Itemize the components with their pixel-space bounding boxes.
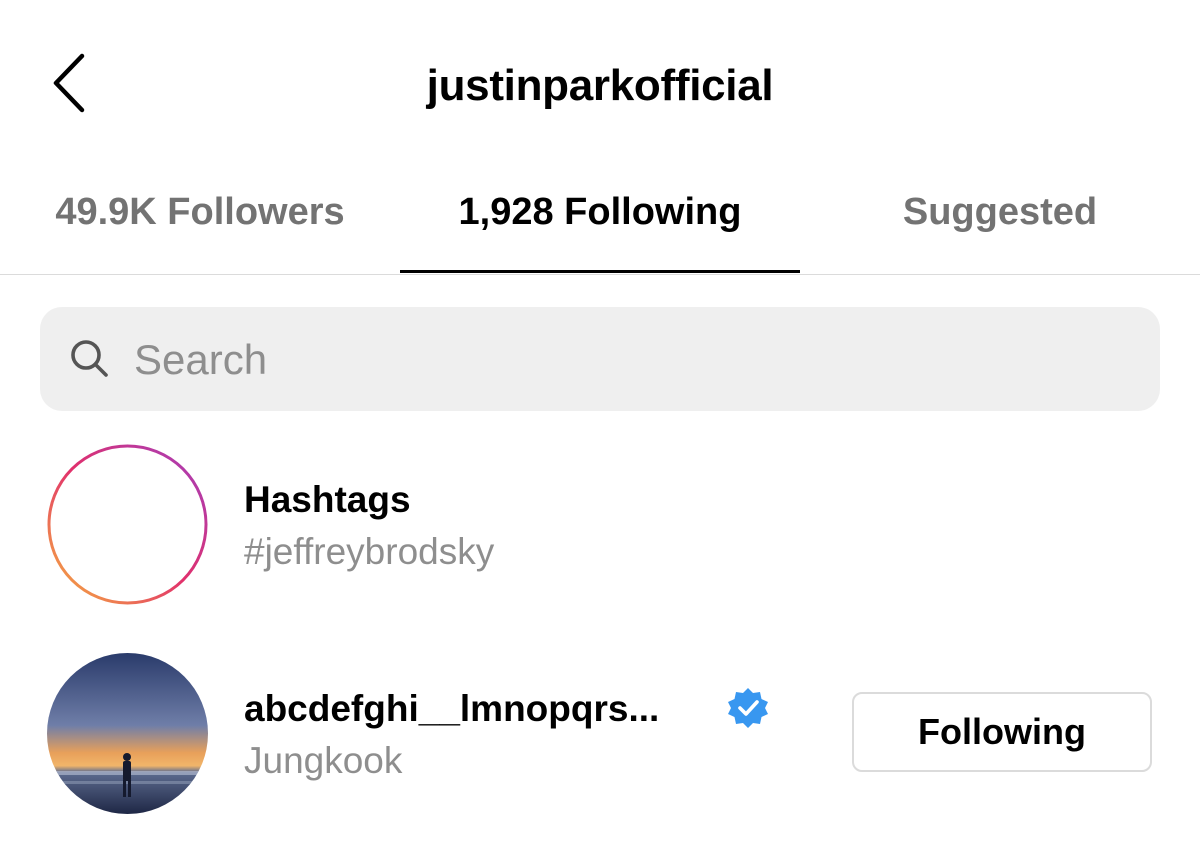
page-title: justinparkofficial	[426, 61, 774, 110]
username: abcdefghi__lmnopqrs...	[244, 688, 660, 729]
hashtag-avatar	[47, 444, 208, 605]
avatar[interactable]	[47, 653, 208, 814]
tab-bar: 49.9K Followers 1,928 Following Suggeste…	[0, 170, 1200, 275]
tab-followers[interactable]: 49.9K Followers	[0, 188, 400, 236]
active-tab-indicator	[400, 270, 800, 273]
search-input[interactable]	[132, 328, 1116, 392]
tab-following[interactable]: 1,928 Following	[400, 188, 800, 236]
profile-photo	[47, 653, 208, 814]
display-name: Jungkook	[244, 740, 403, 781]
following-button[interactable]: Following	[852, 692, 1152, 772]
search-icon	[71, 340, 108, 377]
tab-suggested[interactable]: Suggested	[800, 188, 1200, 236]
top-bar: justinparkofficial	[0, 0, 1200, 170]
hashtag-icon	[47, 444, 208, 605]
hashtags-subtitle: #jeffreybrodsky	[244, 531, 495, 572]
verified-badge-icon	[728, 688, 768, 728]
hashtags-title: Hashtags	[244, 479, 411, 520]
list-item-hashtags[interactable]: Hashtags #jeffreybrodsky	[0, 440, 1200, 610]
